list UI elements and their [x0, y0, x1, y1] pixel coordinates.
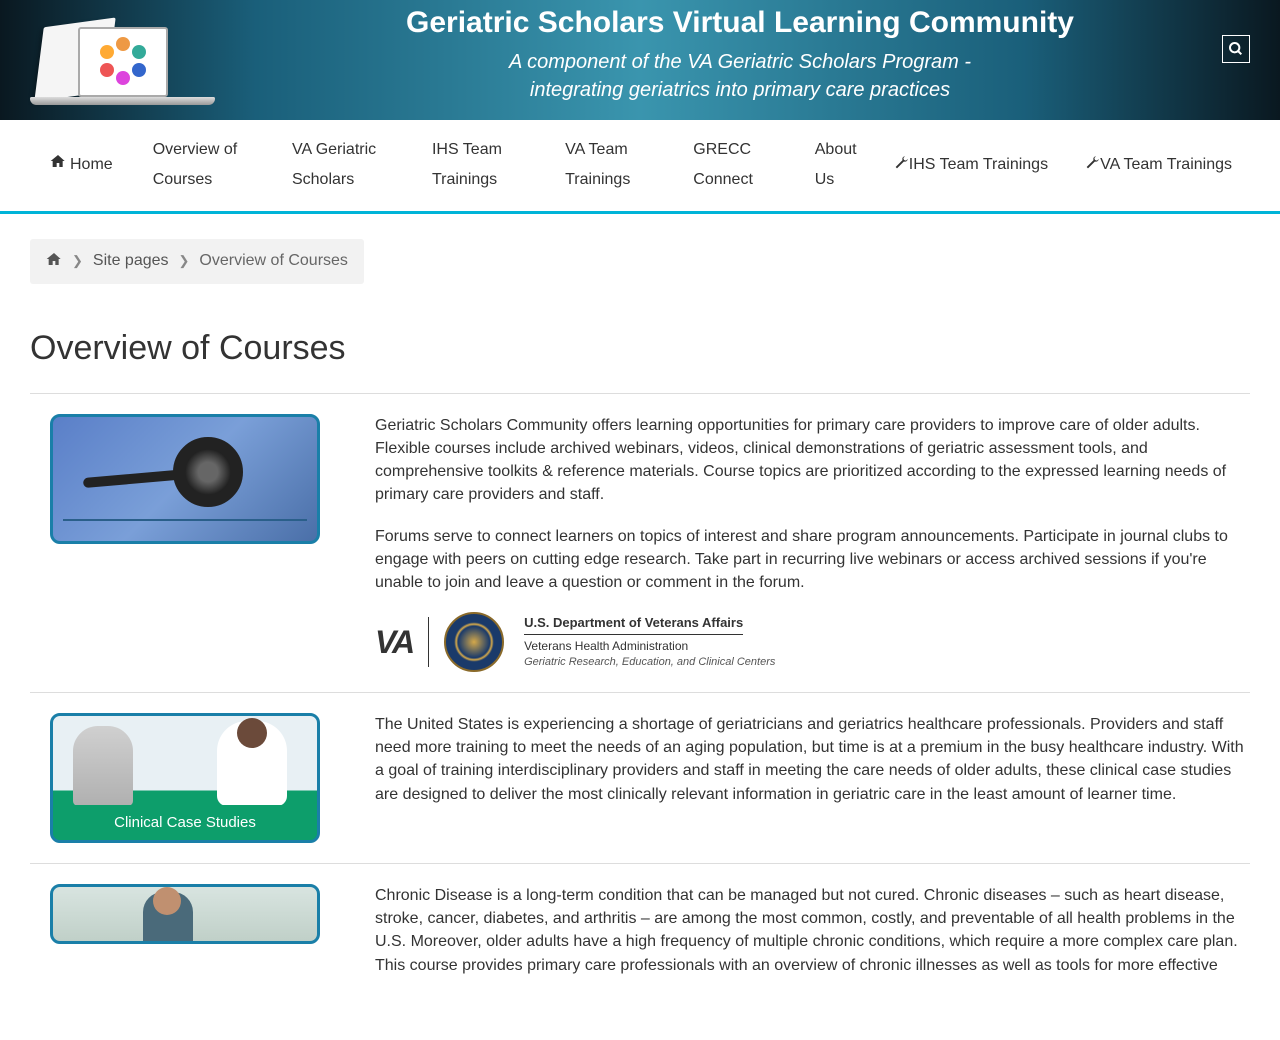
va-affiliation-block: VA U.S. Department of Veterans Affairs V… — [375, 612, 1250, 672]
va-dept-name: U.S. Department of Veterans Affairs — [524, 614, 743, 635]
banner-logo — [30, 5, 215, 105]
main-nav: Home Overview of Courses VA Geriatric Sc… — [0, 120, 1280, 214]
chevron-right-icon: ❯ — [72, 253, 83, 269]
home-icon — [50, 150, 66, 180]
site-banner: Geriatric Scholars Virtual Learning Comm… — [0, 0, 1280, 120]
section-intro-text: Geriatric Scholars Community offers lear… — [375, 414, 1250, 672]
chevron-right-icon: ❯ — [179, 253, 190, 269]
nav-va-team-trainings[interactable]: VA Team Trainings — [545, 120, 673, 211]
wrench-icon — [893, 155, 909, 176]
breadcrumb-home[interactable] — [46, 251, 62, 272]
nav-ihs-team-trainings[interactable]: IHS Team Trainings — [412, 120, 545, 211]
section-intro: Geriatric Scholars Community offers lear… — [30, 393, 1250, 692]
banner-text: Geriatric Scholars Virtual Learning Comm… — [230, 6, 1250, 104]
home-icon — [46, 251, 62, 267]
banner-title: Geriatric Scholars Virtual Learning Comm… — [230, 6, 1250, 40]
nav-va-geriatric-scholars[interactable]: VA Geriatric Scholars — [272, 120, 412, 211]
nav-grecc-connect[interactable]: GRECC Connect — [673, 120, 794, 211]
nav-right-ihs-trainings[interactable]: IHS Team Trainings — [875, 120, 1066, 211]
va-center-name: Geriatric Research, Education, and Clini… — [524, 655, 775, 670]
breadcrumb-current: Overview of Courses — [199, 252, 348, 270]
search-button[interactable] — [1222, 35, 1250, 63]
nav-overview-courses[interactable]: Overview of Courses — [133, 120, 272, 211]
section-clinical-text: The United States is experiencing a shor… — [375, 713, 1250, 843]
page-title: Overview of Courses — [30, 329, 1250, 368]
nav-home[interactable]: Home — [30, 120, 133, 211]
breadcrumb: ❯ Site pages ❯ Overview of Courses — [30, 239, 364, 284]
section-chronic-text: Chronic Disease is a long-term condition… — [375, 884, 1250, 995]
section-chronic-disease: Chronic Disease is a long-term condition… — [30, 863, 1250, 1015]
image-label-clinical: Clinical Case Studies — [53, 805, 317, 840]
section-image-stethoscope — [50, 414, 320, 544]
section-image-clinical[interactable]: Clinical Case Studies — [50, 713, 320, 843]
search-icon — [1228, 41, 1244, 57]
va-logo: VA — [375, 619, 413, 665]
section-clinical-case-studies: Clinical Case Studies The United States … — [30, 692, 1250, 863]
va-seal-icon — [444, 612, 504, 672]
nav-about-us[interactable]: About Us — [795, 120, 875, 211]
breadcrumb-site-pages[interactable]: Site pages — [93, 252, 169, 270]
banner-subtitle: A component of the VA Geriatric Scholars… — [230, 48, 1250, 104]
wrench-icon — [1084, 155, 1100, 176]
section-image-chronic[interactable] — [50, 884, 320, 944]
va-admin-name: Veterans Health Administration — [524, 638, 775, 655]
nav-right-va-trainings[interactable]: VA Team Trainings — [1066, 120, 1250, 211]
